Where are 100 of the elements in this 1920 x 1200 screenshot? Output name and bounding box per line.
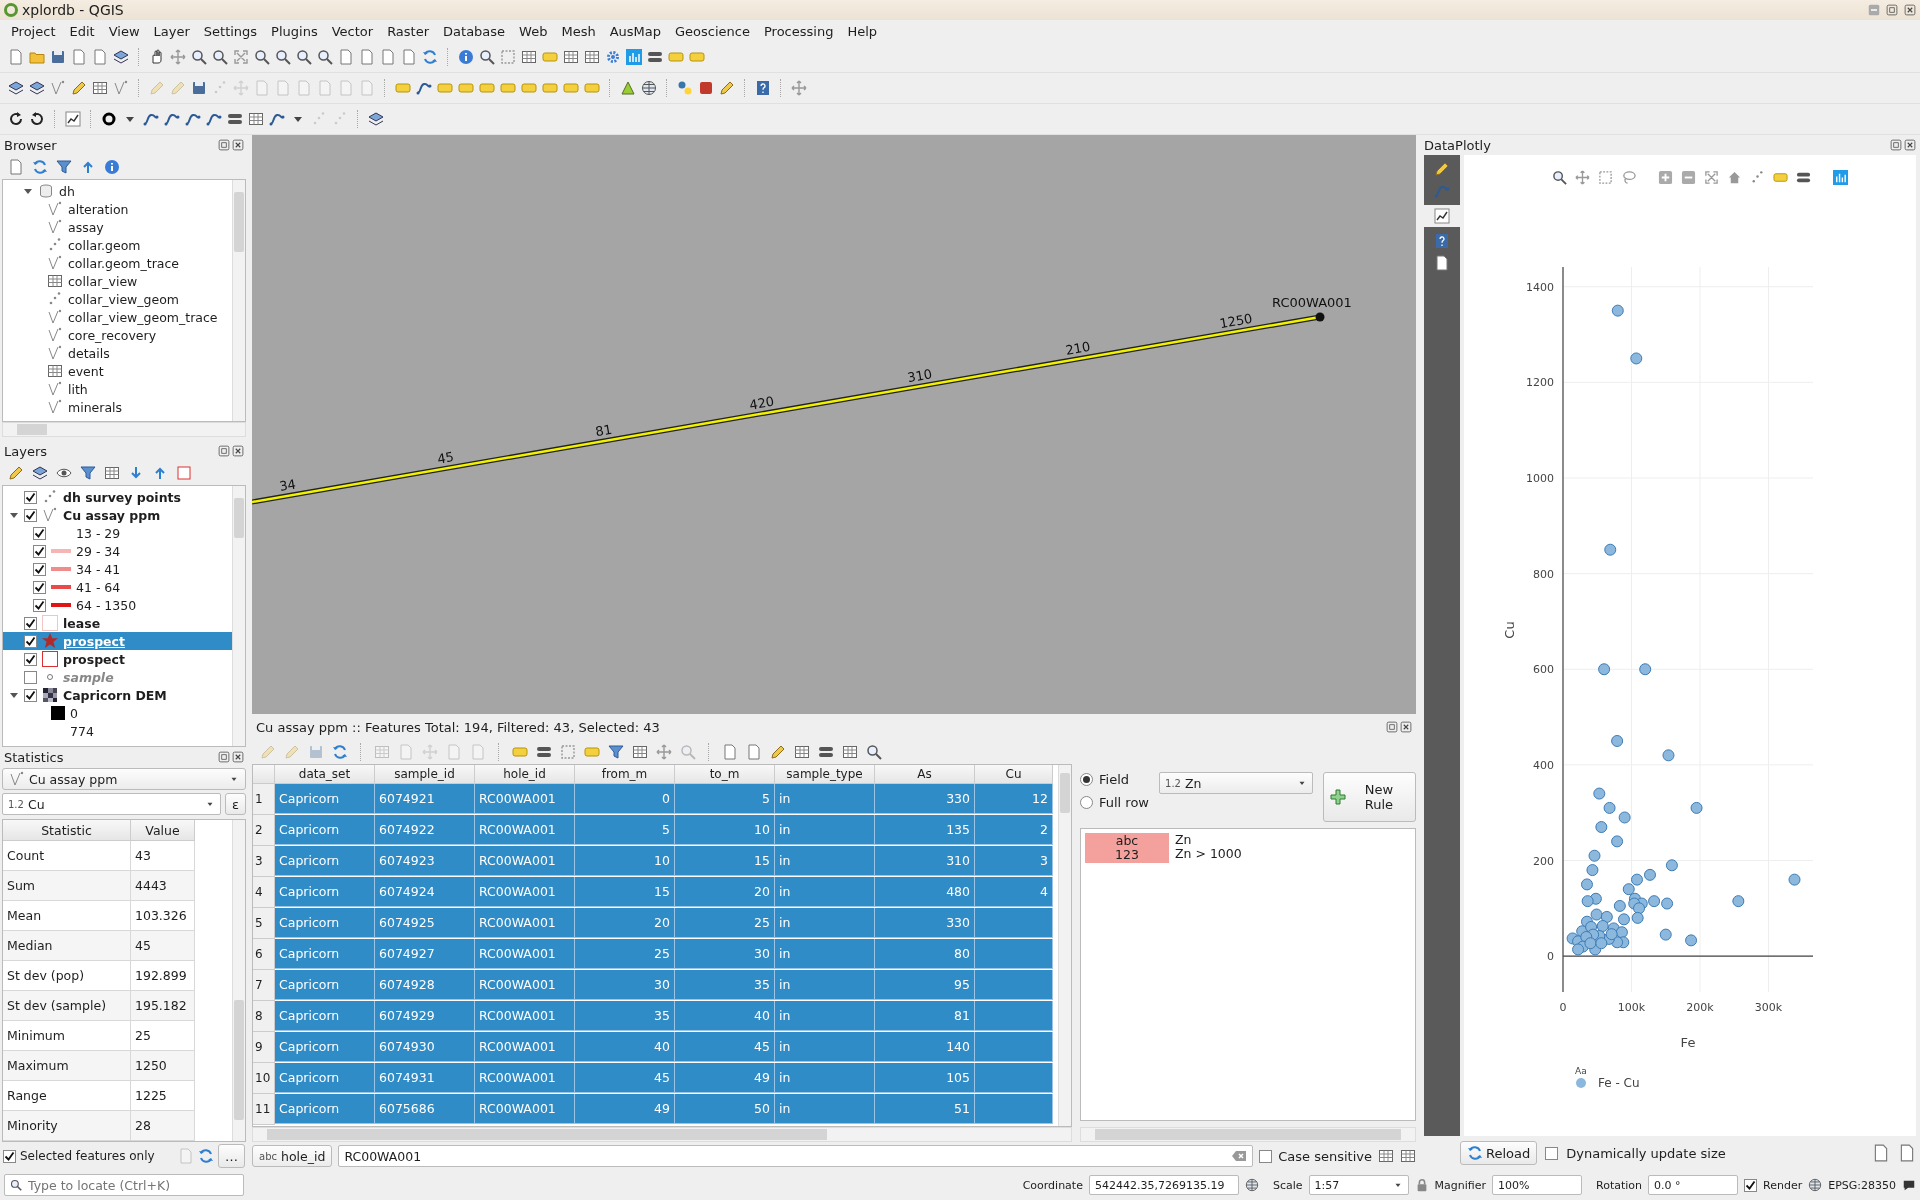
checkbox-label: Selected features only	[20, 1149, 155, 1163]
table-cell: 6074922	[375, 815, 475, 845]
table-cell: 0	[575, 784, 675, 814]
table-cell: 6074928	[375, 970, 475, 1000]
table-cell: 40	[575, 1032, 675, 1062]
table-cell: in	[775, 1063, 875, 1093]
table-cell: 105	[875, 1063, 975, 1093]
table-cell: 480	[875, 877, 975, 907]
table-cell: 5	[675, 784, 775, 814]
axis-tick-label: 300k	[1754, 1001, 1783, 1014]
axis-tick-label: 100k	[1617, 1001, 1646, 1014]
axis-tick-label: 400	[1533, 758, 1554, 772]
table-cell: 28	[131, 1111, 195, 1141]
table-cell: 20	[575, 908, 675, 938]
table-cell: Capricorn	[275, 784, 375, 814]
map-label: 45	[436, 449, 456, 467]
table-cell: 35	[575, 1001, 675, 1031]
axis-tick-label: 0	[1547, 950, 1554, 964]
checkbox-label: Case sensitive	[1278, 1148, 1372, 1164]
map-label: 81	[594, 421, 614, 440]
table-cell: Capricorn	[275, 908, 375, 938]
panel-title: Browser	[4, 137, 57, 153]
axis-tick-label: 600	[1533, 663, 1554, 677]
table-cell: 25	[675, 908, 775, 938]
table-cell: 6074923	[375, 846, 475, 876]
table-cell: 6074930	[375, 1032, 475, 1062]
table-cell: Maximum	[3, 1051, 131, 1081]
table-cell: 330	[875, 784, 975, 814]
table-cell: 140	[875, 1032, 975, 1062]
axis-tick-label: 200	[1533, 854, 1554, 868]
table-cell: 310	[875, 846, 975, 876]
table-cell: 45	[131, 931, 195, 961]
panel-title: Statistics	[4, 749, 64, 765]
table-cell: RC00WA001	[475, 815, 575, 845]
table-cell: in	[775, 815, 875, 845]
table-cell: RC00WA001	[475, 877, 575, 907]
map-label: RC00WA001	[1272, 295, 1352, 310]
map-label: 34	[278, 476, 297, 495]
table-cell: 6074925	[375, 908, 475, 938]
table-cell: RC00WA001	[475, 1094, 575, 1124]
table-cell: 6075686	[375, 1094, 475, 1124]
map-label: 1250	[1218, 310, 1254, 332]
map-label: 310	[906, 366, 934, 386]
table-cell: in	[775, 784, 875, 814]
table-cell: 6074921	[375, 784, 475, 814]
table-cell: RC00WA001	[475, 939, 575, 969]
table-cell: 6074929	[375, 1001, 475, 1031]
map-label: 420	[748, 393, 776, 413]
table-cell: Capricorn	[275, 1063, 375, 1093]
table-cell: in	[775, 877, 875, 907]
table-cell: 45	[575, 1063, 675, 1093]
table-cell: 6074927	[375, 939, 475, 969]
table-cell: Capricorn	[275, 939, 375, 969]
rule-name: Zn	[1175, 833, 1193, 847]
map-label: 210	[1064, 338, 1092, 358]
table-cell: 95	[875, 970, 975, 1000]
table-cell: 40	[675, 1001, 775, 1031]
table-cell: 25	[575, 939, 675, 969]
panel-title: Layers	[4, 443, 48, 459]
table-cell: 1250	[131, 1051, 195, 1081]
axis-tick-label: 200k	[1686, 1001, 1714, 1014]
table-cell: Capricorn	[275, 1032, 375, 1062]
table-cell: Sum	[3, 871, 131, 901]
table-cell: 4443	[131, 871, 195, 901]
table-cell: 35	[675, 970, 775, 1000]
table-cell: in	[775, 1001, 875, 1031]
table-cell: RC00WA001	[475, 846, 575, 876]
table-cell: 80	[875, 939, 975, 969]
table-cell: in	[775, 970, 875, 1000]
table-cell: in	[775, 1032, 875, 1062]
axis-tick-label: 800	[1533, 567, 1554, 581]
table-cell: 45	[675, 1032, 775, 1062]
panel-title: DataPlotly	[1424, 137, 1491, 153]
table-cell: 49	[575, 1094, 675, 1124]
coordinate-label: Coordinate	[1022, 1178, 1083, 1192]
axis-tick-label: 0	[1559, 1001, 1567, 1014]
table-cell: 15	[675, 846, 775, 876]
table-cell: 6074931	[375, 1063, 475, 1093]
table-cell: 30	[575, 970, 675, 1000]
axis-tick-label: 1400	[1526, 280, 1554, 294]
table-cell: St dev (sample)	[3, 991, 131, 1021]
table-cell: 6074924	[375, 877, 475, 907]
table-cell: 15	[575, 877, 675, 907]
table-cell: in	[775, 908, 875, 938]
table-cell: 135	[875, 815, 975, 845]
rotation-label: Rotation	[1596, 1178, 1643, 1192]
table-cell: 51	[875, 1094, 975, 1124]
table-cell: 30	[675, 939, 775, 969]
table-cell: 10	[575, 846, 675, 876]
table-cell: 2	[975, 815, 1053, 845]
checkbox-label: Dynamically update size	[1566, 1145, 1726, 1161]
table-cell: RC00WA001	[475, 1063, 575, 1093]
axis-title: Fe	[1680, 1035, 1696, 1050]
table-cell: 81	[875, 1001, 975, 1031]
table-cell: Capricorn	[275, 970, 375, 1000]
table-cell: Capricorn	[275, 877, 375, 907]
window-title: xplordb - QGIS	[22, 2, 124, 18]
table-cell: 195.182	[131, 991, 195, 1021]
table-cell: in	[775, 1094, 875, 1124]
table-cell: 3	[975, 846, 1053, 876]
